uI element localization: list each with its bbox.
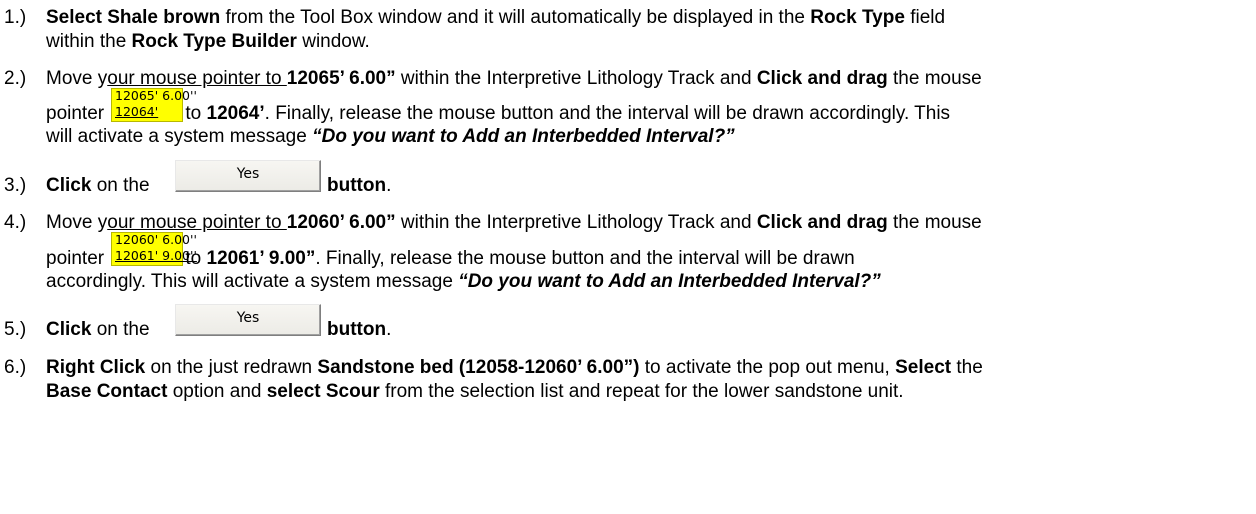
step-1-line-2: within the Rock Type Builder window. (46, 31, 370, 52)
yes-button[interactable]: Yes (175, 304, 321, 336)
step-3-line-1: Click on the (46, 175, 150, 196)
yes-button[interactable]: Yes (175, 160, 321, 192)
step-6-line-1: Right Click on the just redrawn Sandston… (46, 357, 983, 378)
step-6-line-2: Base Contact option and select Scour fro… (46, 381, 904, 402)
step-3-line-1-end: button. (327, 175, 392, 196)
step-number: 5.) (4, 319, 27, 340)
step-2-line-3: will activate a system message “Do you w… (46, 126, 735, 147)
step-number: 1.) (4, 7, 27, 28)
step-5-line-1: Click on the (46, 319, 150, 340)
step-2-line-2: pointer to 12064’. Finally, release the … (46, 103, 951, 124)
step-4-line-2: pointer to 12061’ 9.00”. Finally, releas… (46, 248, 855, 269)
step-2-line-1: Move your mouse pointer to 12065’ 6.00” … (46, 68, 982, 89)
step-4-line-1: Move your mouse pointer to 12060’ 6.00” … (46, 212, 982, 233)
step-number: 4.) (4, 212, 27, 233)
instructions-page: 1.) Select Shale brown from the Tool Box… (0, 0, 1256, 514)
step-number: 2.) (4, 68, 27, 89)
depth-top-label: 12065' 6.00'' (115, 88, 197, 103)
step-5-line-1-end: button. (327, 319, 392, 340)
step-1-line-1: Select Shale brown from the Tool Box win… (46, 7, 946, 28)
step-4-line-3: accordingly. This will activate a system… (46, 271, 881, 292)
step-number: 6.) (4, 357, 27, 378)
step-number: 3.) (4, 175, 27, 196)
depth-top-label: 12060' 6.00'' (115, 232, 197, 247)
